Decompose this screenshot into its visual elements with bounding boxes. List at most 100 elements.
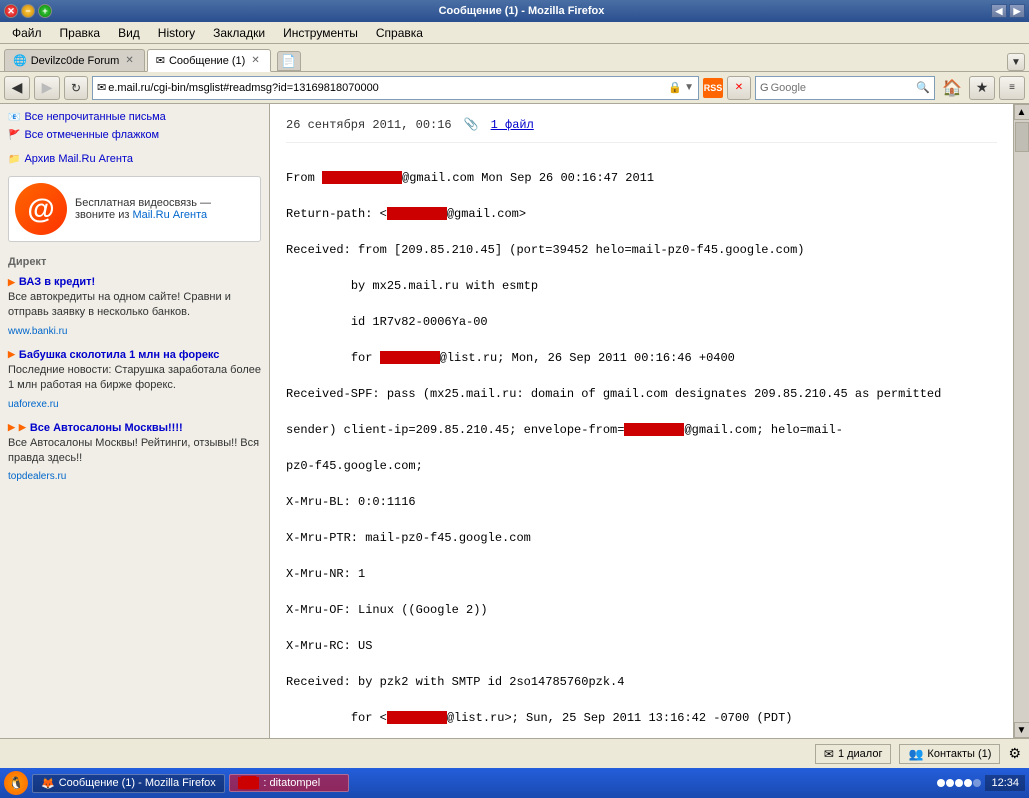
- taskbar-app-2-label: : ditatompel: [263, 777, 320, 789]
- attachment-link[interactable]: 1 файл: [491, 116, 534, 134]
- archive-link[interactable]: Архив Mail.Ru Агента: [24, 153, 133, 165]
- menu-file[interactable]: Файл: [4, 24, 50, 42]
- agent-logo: @: [15, 183, 67, 235]
- lock-icon: 🔒: [668, 81, 682, 94]
- address-input[interactable]: [108, 82, 666, 94]
- menu-edit[interactable]: Правка: [52, 24, 109, 42]
- unread-link[interactable]: Все непрочитанные письма: [24, 111, 165, 123]
- home-button[interactable]: 🏠: [939, 76, 965, 100]
- menu-bookmarks[interactable]: Закладки: [205, 24, 273, 42]
- stop-button[interactable]: ✕: [727, 76, 751, 100]
- ad-1-text: Все автокредиты на одном сайте! Сравни и…: [8, 290, 261, 321]
- dot-2: [946, 779, 954, 787]
- title-bar: ✕ − + Сообщение (1) - Mozilla Firefox ◀ …: [0, 0, 1029, 22]
- header-received-1: Received: from [209.85.210.45] (port=394…: [286, 243, 804, 257]
- dot-1: [937, 779, 945, 787]
- window-title: Сообщение (1) - Mozilla Firefox: [439, 5, 605, 17]
- email-content: 26 сентября 2011, 00:16 📎 1 файл From @g…: [270, 104, 1013, 738]
- new-tab-icon: 📄: [281, 54, 296, 68]
- ad-2-link[interactable]: uaforexe.ru: [8, 399, 59, 410]
- tab-1-favicon: 🌐: [13, 54, 27, 67]
- ad-2-text: Последние новости: Старушка заработала б…: [8, 363, 261, 394]
- taskbar-app-2[interactable]: ██ : ditatompel: [229, 774, 349, 792]
- ad-1-title[interactable]: ВАЗ в кредит!: [8, 276, 261, 288]
- header-received-2: Received: by pzk2 with SMTP id 2so147857…: [286, 675, 624, 689]
- menu-help[interactable]: Справка: [368, 24, 431, 42]
- minimize-button[interactable]: −: [21, 4, 35, 18]
- back-button[interactable]: ◀: [4, 76, 30, 100]
- taskbar-app-1[interactable]: 🦊 Сообщение (1) - Mozilla Firefox: [32, 774, 225, 793]
- ad-2-title[interactable]: Бабушка сколотила 1 млн на форекс: [8, 349, 261, 361]
- tab-2-close[interactable]: ✕: [249, 55, 261, 66]
- header-spf-2: sender) client-ip=209.85.210.45; envelop…: [286, 423, 843, 437]
- rss-button[interactable]: RSS: [703, 78, 723, 98]
- tab-1-close[interactable]: ✕: [123, 55, 135, 66]
- nav-bar: ◀ ▶ ↻ ✉ 🔒 ▼ RSS ✕ G 🔍 🏠 ★ ≡: [0, 72, 1029, 104]
- dialog-badge[interactable]: ✉ 1 диалог: [815, 744, 892, 764]
- dot-3: [955, 779, 963, 787]
- scroll-up[interactable]: ▲: [1014, 104, 1029, 120]
- sidebar-flagged-link[interactable]: 🚩 Все отмеченные флажком: [0, 126, 269, 144]
- header-returnpath: Return-path: < @gmail.com>: [286, 207, 526, 221]
- contacts-badge[interactable]: 👥 Контакты (1): [899, 744, 1000, 764]
- menu-history[interactable]: History: [150, 24, 203, 42]
- address-bar: ✉ 🔒 ▼: [92, 76, 699, 100]
- contacts-label: Контакты (1): [927, 748, 991, 760]
- tab-2-label: Сообщение (1): [169, 55, 245, 67]
- status-bar: ✉ 1 диалог 👥 Контакты (1) ⚙: [0, 738, 1029, 768]
- progress-dots: [937, 779, 981, 787]
- sidebar-archive-link[interactable]: 📁 Архив Mail.Ru Агента: [0, 150, 269, 168]
- reload-button[interactable]: ↻: [64, 76, 88, 100]
- sidebar-unread-link[interactable]: 📧 Все непрочитанные письма: [0, 108, 269, 126]
- header-received-1d: for @list.ru; Mon, 26 Sep 2011 00:16:46 …: [286, 351, 735, 365]
- flag-icon: 🚩: [8, 130, 20, 141]
- ad-1-link[interactable]: www.banki.ru: [8, 326, 67, 337]
- tab-2[interactable]: ✉ Сообщение (1) ✕: [147, 49, 271, 72]
- taskbar-left: 🐧 🦊 Сообщение (1) - Mozilla Firefox ██ :…: [4, 771, 349, 795]
- scroll-down[interactable]: ▼: [1014, 722, 1029, 738]
- more-tools-btn[interactable]: ≡: [999, 76, 1025, 100]
- bookmarks-star[interactable]: ★: [969, 76, 995, 100]
- new-tab-button[interactable]: 📄: [277, 51, 301, 71]
- header-spf-3: pz0-f45.google.com;: [286, 459, 423, 473]
- tab-1[interactable]: 🌐 Devilzc0de Forum ✕: [4, 49, 145, 71]
- email-raw-headers: From @gmail.com Mon Sep 26 00:16:47 2011…: [286, 151, 997, 738]
- taskbar-right: 12:34: [937, 775, 1025, 791]
- for-redacted-2: [387, 711, 447, 724]
- firefox-icon: 🦊: [41, 777, 55, 790]
- scroll-thumb[interactable]: [1015, 122, 1029, 152]
- dialog-label: 1 диалог: [838, 748, 883, 760]
- forward-button[interactable]: ▶: [34, 76, 60, 100]
- email-scrollbar[interactable]: ▲ ▼: [1013, 104, 1029, 738]
- flagged-link[interactable]: Все отмеченные флажком: [24, 129, 159, 141]
- tab-list-button[interactable]: ▼: [1007, 53, 1025, 71]
- header-received-1c: id 1R7v82-0006Ya-00: [286, 315, 488, 329]
- close-button[interactable]: ✕: [4, 4, 18, 18]
- ad-3: ▶Все Автосалоны Москвы!!!! Все Автосалон…: [0, 416, 269, 489]
- identity-icon[interactable]: ▼: [684, 82, 694, 93]
- tab-1-label: Devilzc0de Forum: [31, 55, 120, 67]
- ad-3-link[interactable]: topdealers.ru: [8, 471, 66, 482]
- search-bar: G 🔍: [755, 76, 935, 100]
- header-from-line: From @gmail.com Mon Sep 26 00:16:47 2011: [286, 171, 654, 185]
- tab-bar: 🌐 Devilzc0de Forum ✕ ✉ Сообщение (1) ✕ 📄…: [0, 44, 1029, 72]
- nav-prev-title-btn[interactable]: ◀: [991, 4, 1007, 18]
- menu-tools[interactable]: Инструменты: [275, 24, 366, 42]
- taskbar-time: 12:34: [985, 775, 1025, 791]
- ad-3-title[interactable]: ▶Все Автосалоны Москвы!!!!: [8, 422, 261, 434]
- nav-next-title-btn[interactable]: ▶: [1009, 4, 1025, 18]
- os-start-button[interactable]: 🐧: [4, 771, 28, 795]
- returnpath-redacted: [387, 207, 447, 220]
- status-right: ✉ 1 диалог 👥 Контакты (1) ⚙: [815, 744, 1021, 764]
- email-date: 26 сентября 2011, 00:16: [286, 116, 452, 134]
- menu-view[interactable]: Вид: [110, 24, 148, 42]
- search-icon[interactable]: 🔍: [916, 81, 930, 94]
- header-ptr: X-Mru-PTR: mail-pz0-f45.google.com: [286, 531, 531, 545]
- search-input[interactable]: [771, 82, 917, 94]
- maximize-button[interactable]: +: [38, 4, 52, 18]
- mailru-settings[interactable]: ⚙: [1008, 745, 1021, 762]
- taskbar-app-1-label: Сообщение (1) - Mozilla Firefox: [59, 777, 216, 789]
- agent-link[interactable]: Mail.Ru Агента: [132, 209, 207, 221]
- agent-text: Бесплатная видеосвязь —звоните из Mail.R…: [75, 197, 211, 221]
- for-redacted-1: [380, 351, 440, 364]
